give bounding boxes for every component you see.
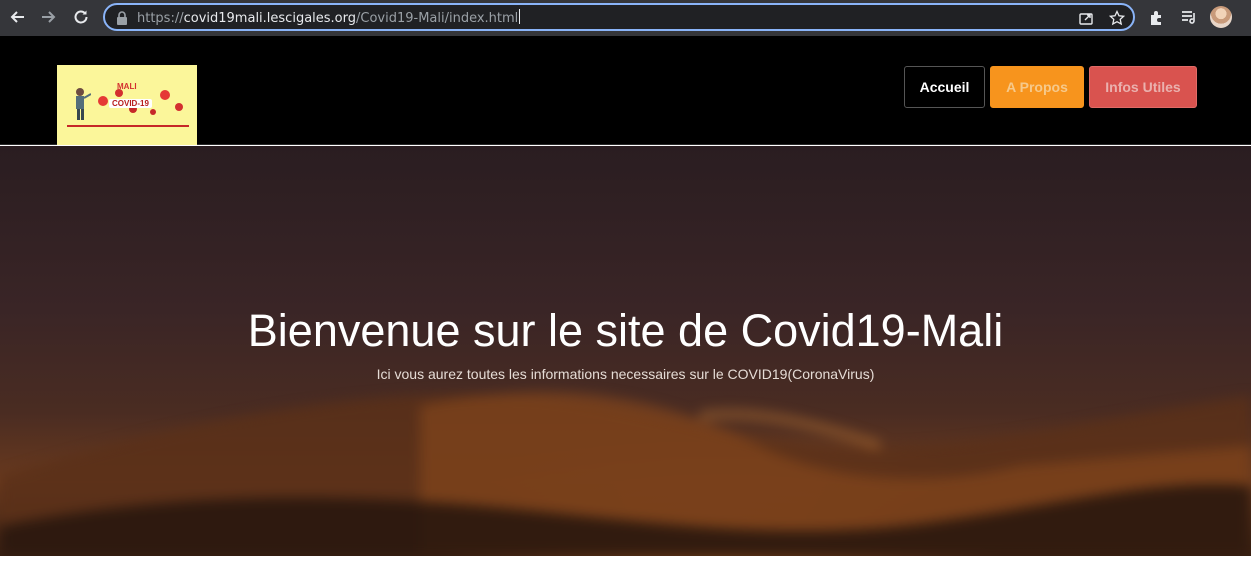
url-text[interactable]: https://covid19mali.lescigales.org/Covid… [137, 9, 521, 27]
hero-banner: Bienvenue sur le site de Covid19-Mali Ic… [0, 146, 1251, 556]
logo-word: MALI [117, 82, 137, 91]
url-host: covid19mali.lescigales.org [183, 11, 356, 26]
page-bottom-area [0, 556, 1251, 571]
site-logo[interactable]: MALI COVID-19 [57, 65, 197, 145]
reading-list-icon [1182, 11, 1195, 24]
hero-title: Bienvenue sur le site de Covid19-Mali [247, 305, 1004, 356]
url-path: /Covid19-Mali/index.html [356, 11, 519, 26]
back-icon [10, 11, 24, 23]
person-figure-icon [76, 88, 91, 120]
logo-underline [67, 125, 189, 127]
profile-avatar[interactable] [1210, 6, 1232, 28]
reload-icon [74, 10, 88, 24]
share-icon [1079, 13, 1093, 25]
share-button[interactable] [1078, 10, 1094, 26]
nav-a-propos-button[interactable]: A Propos [990, 66, 1084, 108]
star-icon [1108, 9, 1126, 26]
nav-infos-utiles-button[interactable]: Infos Utiles [1089, 66, 1197, 108]
extensions-button[interactable] [1148, 8, 1166, 26]
reading-list-button[interactable] [1180, 8, 1198, 26]
back-button[interactable] [6, 6, 28, 28]
forward-icon [42, 11, 56, 23]
hero-subtitle: Ici vous aurez toutes les informations n… [376, 366, 875, 382]
address-bar[interactable]: https://covid19mali.lescigales.org/Covid… [103, 3, 1135, 31]
bookmark-button[interactable] [1108, 9, 1126, 26]
reload-button[interactable] [70, 6, 92, 28]
lock-icon [117, 11, 127, 25]
logo-subtitle: COVID-19 [109, 99, 152, 108]
nav-accueil-button[interactable]: Accueil [904, 66, 985, 108]
browser-toolbar: https://covid19mali.lescigales.org/Covid… [0, 0, 1251, 36]
text-caret [519, 9, 521, 24]
forward-button[interactable] [38, 6, 60, 28]
site-header: MALI COVID-19 Accueil A Propos Infos Uti… [0, 36, 1251, 145]
extensions-icon [1151, 11, 1161, 25]
